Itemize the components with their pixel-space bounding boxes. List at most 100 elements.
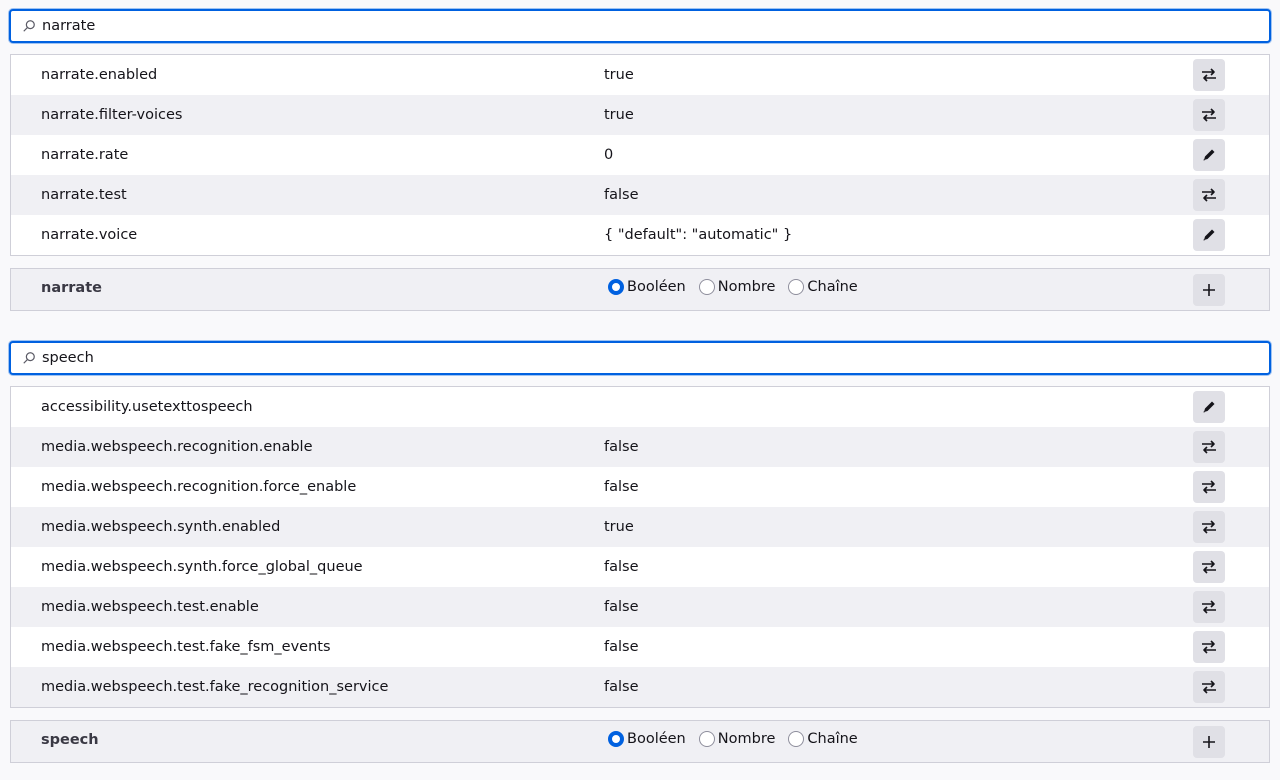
table-row[interactable]: media.webspeech.test.fake_recognition_se… [11,667,1269,707]
radio-label: Chaîne [807,279,858,295]
search-input[interactable] [42,12,1242,40]
add-preference-row: speech Booléen Nombre Chaîne [10,720,1270,763]
table-row[interactable]: media.webspeech.recognition.enable false [11,427,1269,467]
table-row[interactable]: media.webspeech.recognition.force_enable… [11,467,1269,507]
radio-button[interactable] [698,279,715,295]
edit-button[interactable] [1193,139,1225,171]
pref-name: accessibility.usetexttospeech [41,399,253,415]
table-row[interactable]: narrate.filter-voices true [11,95,1269,135]
type-radio-group: Booléen Nombre Chaîne [608,731,871,747]
table-row[interactable]: media.webspeech.synth.enabled true [11,507,1269,547]
toggle-button[interactable] [1193,431,1225,463]
toggle-arrows-icon [1201,519,1217,535]
toggle-arrows-icon [1201,479,1217,495]
table-row[interactable]: narrate.rate 0 [11,135,1269,175]
toggle-button[interactable] [1193,179,1225,211]
pref-name: media.webspeech.synth.force_global_queue [41,559,363,575]
toggle-arrows-icon [1201,559,1217,575]
toggle-arrows-icon [1201,679,1217,695]
pref-name: media.webspeech.test.fake_fsm_events [41,639,331,655]
radio-label: Booléen [627,279,686,295]
pref-value: true [604,107,634,123]
plus-icon [1201,734,1217,750]
search-box-narrate[interactable] [9,9,1271,43]
pref-name: media.webspeech.synth.enabled [41,519,281,535]
radio-label: Chaîne [807,731,858,747]
plus-icon [1201,282,1217,298]
table-row[interactable]: media.webspeech.test.enable false [11,587,1269,627]
radio-button[interactable] [698,731,715,747]
search-icon [23,352,35,364]
type-radio-option[interactable]: Booléen [608,279,686,295]
radio-button[interactable] [608,731,624,747]
toggle-button[interactable] [1193,59,1225,91]
preferences-table: accessibility.usetexttospeech media.websp… [10,386,1270,708]
pref-value: { "default": "automatic" } [604,227,793,243]
pref-value: false [604,187,639,203]
edit-button[interactable] [1193,219,1225,251]
type-radio-group: Booléen Nombre Chaîne [608,279,871,295]
pref-name: media.webspeech.recognition.force_enable [41,479,357,495]
new-pref-name: speech [41,732,99,748]
add-preference-row: narrate Booléen Nombre Chaîne [10,268,1270,311]
toggle-arrows-icon [1201,439,1217,455]
pencil-icon [1201,227,1217,243]
toggle-button[interactable] [1193,671,1225,703]
toggle-button[interactable] [1193,551,1225,583]
pref-name: media.webspeech.test.enable [41,599,259,615]
type-radio-option[interactable]: Nombre [698,731,776,747]
table-row[interactable]: narrate.test false [11,175,1269,215]
pref-value: false [604,599,639,615]
pref-name: narrate.voice [41,227,138,243]
search-box-speech[interactable] [9,341,1271,375]
type-radio-option[interactable]: Chaîne [788,731,858,747]
radio-button[interactable] [788,279,805,295]
table-row[interactable]: narrate.voice { "default": "automatic" } [11,215,1269,255]
type-radio-option[interactable]: Booléen [608,731,686,747]
pref-value: false [604,559,639,575]
pref-name: media.webspeech.test.fake_recognition_se… [41,679,389,695]
pref-value: false [604,639,639,655]
radio-button[interactable] [608,279,624,295]
radio-label: Nombre [717,279,776,295]
pref-name: media.webspeech.recognition.enable [41,439,313,455]
type-radio-option[interactable]: Nombre [698,279,776,295]
toggle-arrows-icon [1201,67,1217,83]
toggle-arrows-icon [1201,107,1217,123]
radio-button[interactable] [788,731,805,747]
pref-value: 0 [604,147,614,163]
new-pref-name: narrate [41,280,102,296]
toggle-arrows-icon [1201,639,1217,655]
add-button[interactable] [1193,274,1225,306]
pref-value: false [604,479,639,495]
pencil-icon [1201,399,1217,415]
pencil-icon [1201,147,1217,163]
toggle-button[interactable] [1193,99,1225,131]
toggle-button[interactable] [1193,511,1225,543]
edit-button[interactable] [1193,391,1225,423]
table-row[interactable]: narrate.enabled true [11,55,1269,95]
search-input[interactable] [42,344,1242,372]
pref-value: false [604,439,639,455]
pref-name: narrate.filter-voices [41,107,183,123]
table-row[interactable]: media.webspeech.test.fake_fsm_events fals… [11,627,1269,667]
pref-value: true [604,519,634,535]
table-row[interactable]: accessibility.usetexttospeech [11,387,1269,427]
toggle-button[interactable] [1193,471,1225,503]
pref-name: narrate.test [41,187,127,203]
table-row[interactable]: media.webspeech.synth.force_global_queue… [11,547,1269,587]
toggle-button[interactable] [1193,631,1225,663]
toggle-arrows-icon [1201,599,1217,615]
radio-label: Booléen [627,731,686,747]
pref-value: true [604,67,634,83]
toggle-arrows-icon [1201,187,1217,203]
pref-name: narrate.enabled [41,67,158,83]
radio-label: Nombre [717,731,776,747]
preferences-table: narrate.enabled true narrate.filter-voices… [10,54,1270,256]
add-button[interactable] [1193,726,1225,758]
type-radio-option[interactable]: Chaîne [788,279,858,295]
pref-value: false [604,679,639,695]
search-icon [23,20,35,32]
pref-name: narrate.rate [41,147,129,163]
toggle-button[interactable] [1193,591,1225,623]
